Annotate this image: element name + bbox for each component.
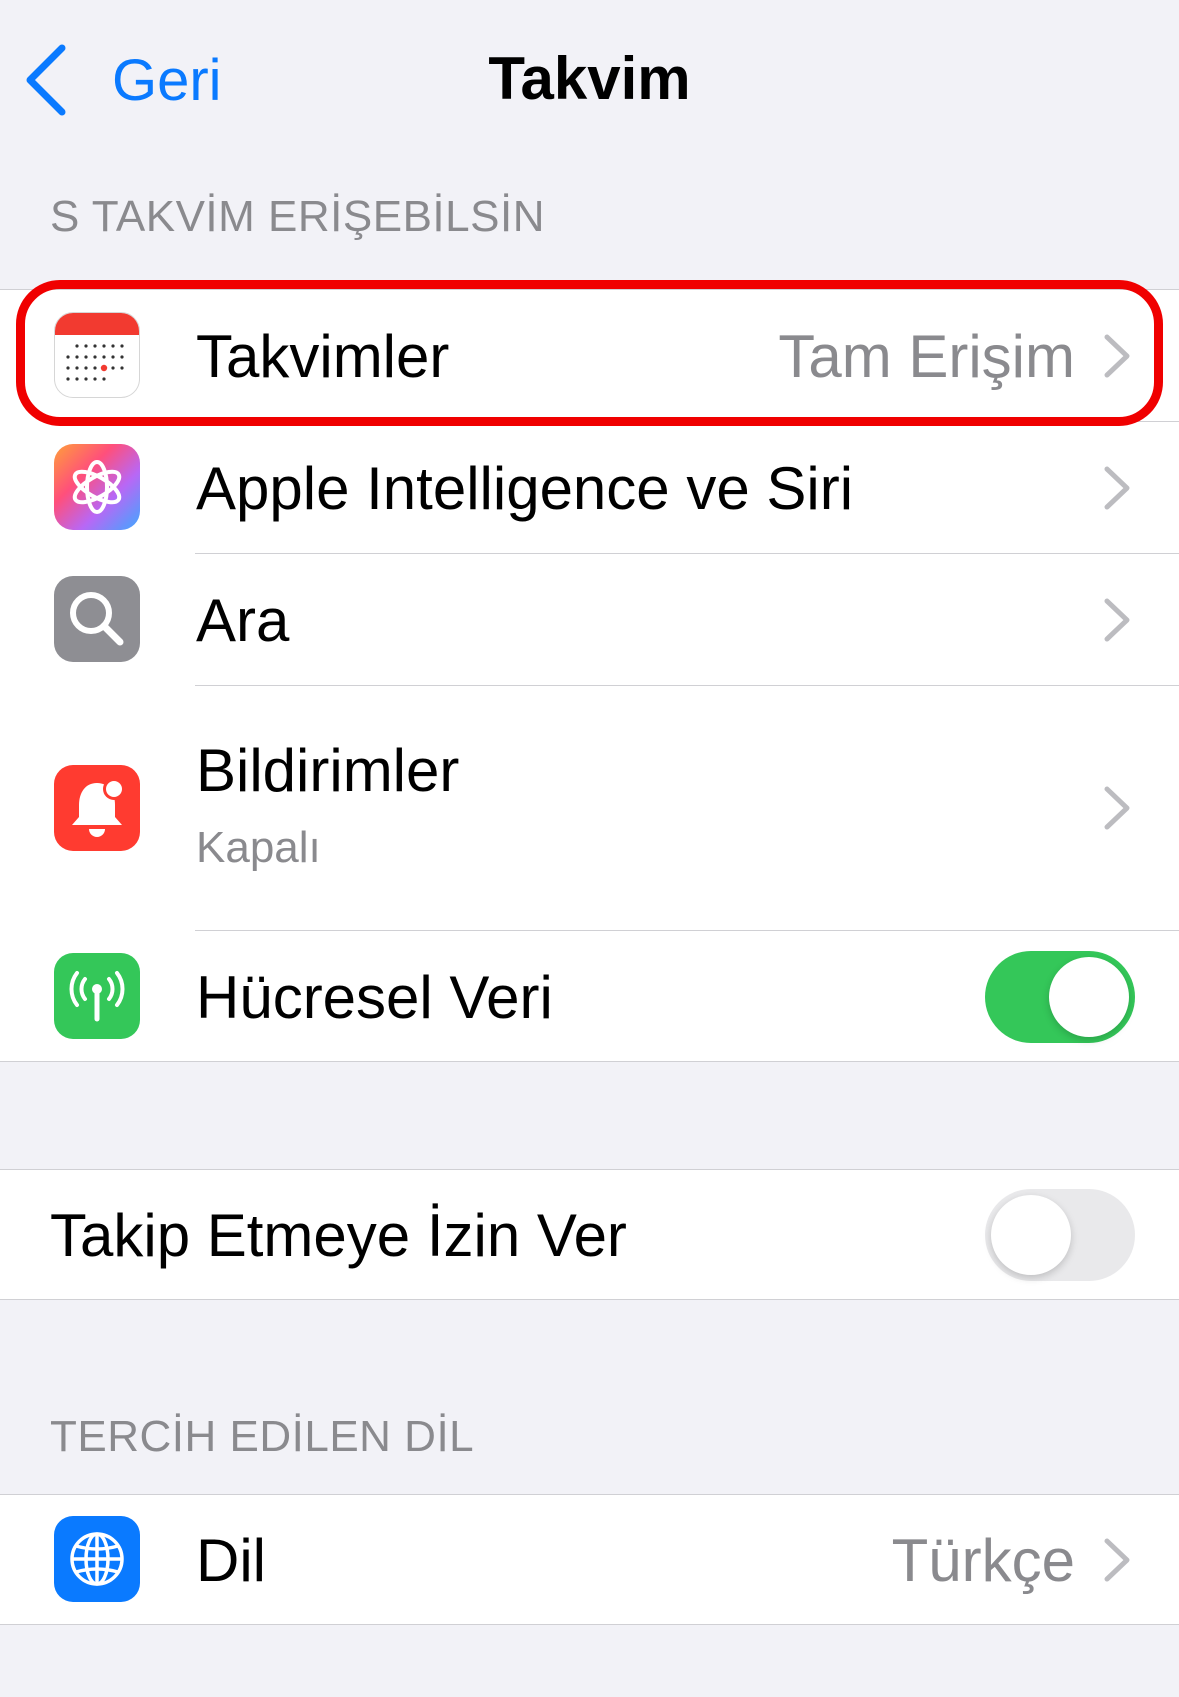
navigation-bar: Geri Takvim <box>0 0 1179 160</box>
cellular-label: Hücresel Veri <box>196 964 553 1031</box>
section-header-language: TERCİH EDİLEN DİL <box>50 1412 475 1461</box>
apple-intelligence-icon <box>54 444 140 530</box>
cellular-toggle[interactable] <box>985 951 1135 1043</box>
row-siri[interactable]: Apple Intelligence ve Siri <box>0 422 1179 553</box>
tracking-group: Takip Etmeye İzin Ver <box>0 1169 1179 1300</box>
access-group: Takvimler Tam Erişim Apple Intelligence … <box>0 289 1179 1062</box>
calendars-value: Tam Erişim <box>778 323 1075 390</box>
notifications-label: Bildirimler <box>196 737 460 804</box>
chevron-right-icon <box>1104 786 1130 830</box>
row-tracking: Takip Etmeye İzin Ver <box>0 1170 1179 1299</box>
globe-icon <box>54 1516 140 1602</box>
toggle-knob <box>991 1195 1071 1275</box>
page-title: Takvim <box>488 45 691 112</box>
row-calendars[interactable]: Takvimler Tam Erişim <box>0 290 1179 421</box>
chevron-right-icon <box>1104 598 1130 642</box>
antenna-icon <box>54 953 140 1039</box>
bell-icon <box>54 765 140 851</box>
section-header-access: S TAKVİM ERİŞEBİLSİN <box>50 192 545 241</box>
language-value: Türkçe <box>891 1527 1075 1594</box>
language-group: Dil Türkçe <box>0 1494 1179 1625</box>
magnifier-icon <box>54 576 140 662</box>
row-cellular: Hücresel Veri <box>0 931 1179 1061</box>
calendars-label: Takvimler <box>196 323 450 390</box>
language-label: Dil <box>196 1527 266 1594</box>
row-language[interactable]: Dil Türkçe <box>0 1495 1179 1624</box>
calendar-icon <box>54 312 140 398</box>
chevron-right-icon <box>1104 466 1130 510</box>
chevron-right-icon <box>1104 334 1130 378</box>
tracking-toggle[interactable] <box>985 1189 1135 1281</box>
notifications-sublabel: Kapalı <box>196 823 321 872</box>
toggle-knob <box>1049 957 1129 1037</box>
row-notifications[interactable]: Bildirimler Kapalı <box>0 686 1179 930</box>
chevron-right-icon <box>1104 1538 1130 1582</box>
tracking-label: Takip Etmeye İzin Ver <box>50 1202 627 1269</box>
row-search[interactable]: Ara <box>0 554 1179 685</box>
search-label: Ara <box>196 587 290 654</box>
siri-label: Apple Intelligence ve Siri <box>196 455 854 522</box>
